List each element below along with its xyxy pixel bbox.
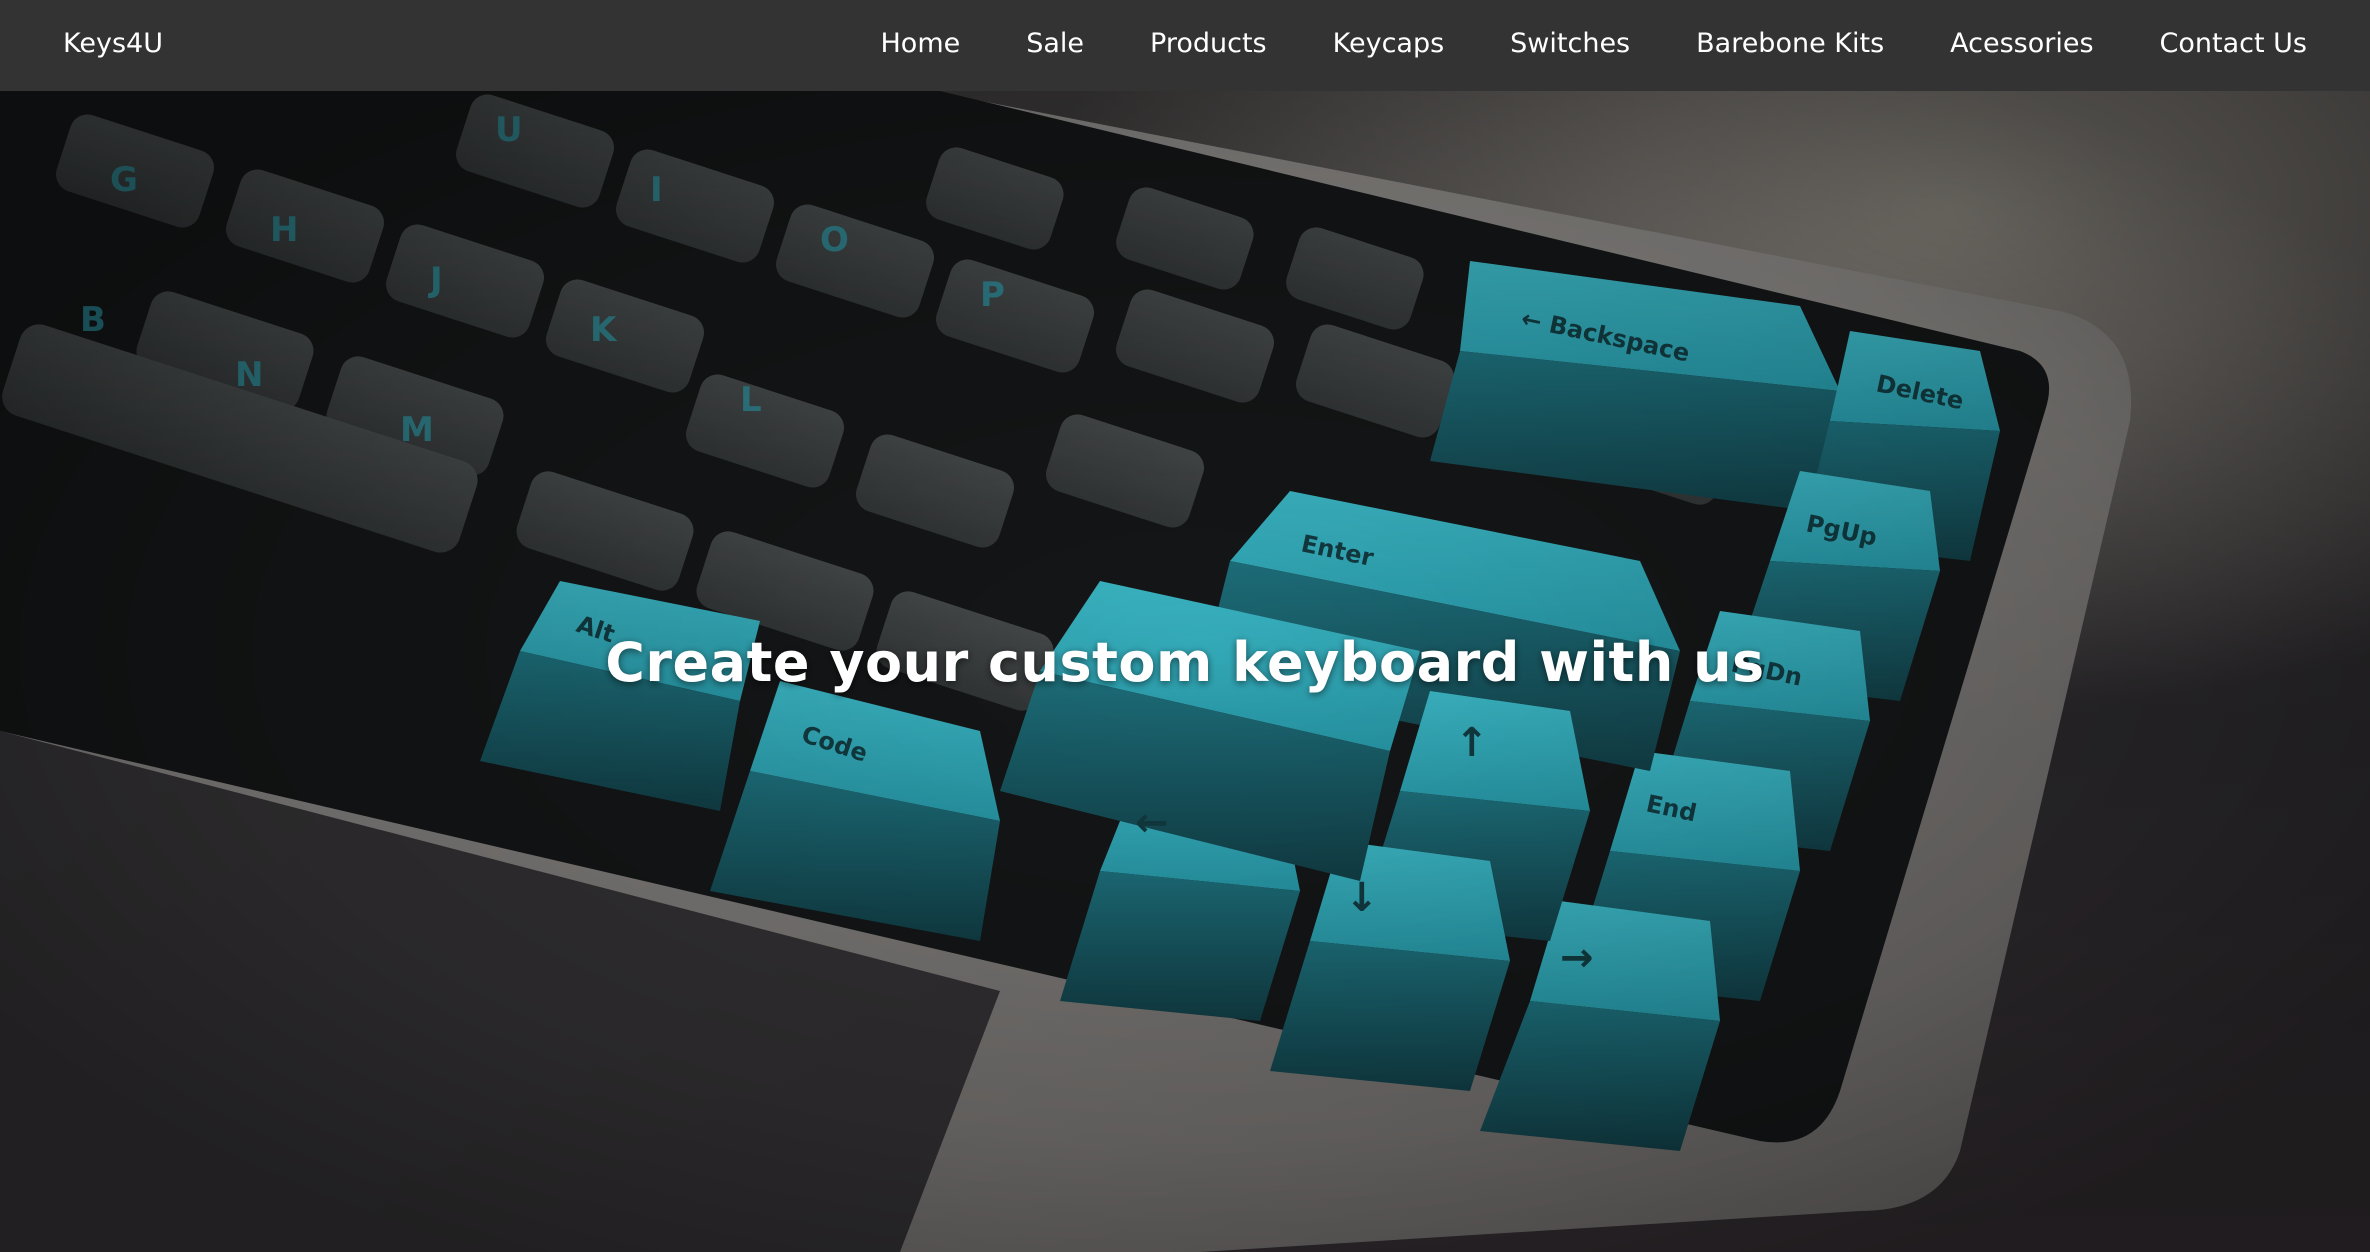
nav-link-sale[interactable]: Sale bbox=[1026, 28, 1084, 59]
nav-link-contact-us[interactable]: Contact Us bbox=[2160, 28, 2307, 59]
top-navbar: Keys4U Home Sale Products Keycaps Switch… bbox=[0, 0, 2370, 91]
page: Keys4U Home Sale Products Keycaps Switch… bbox=[0, 0, 2370, 1252]
svg-text:G: G bbox=[110, 160, 138, 200]
svg-text:I: I bbox=[650, 170, 663, 210]
svg-text:U: U bbox=[495, 110, 523, 150]
svg-text:H: H bbox=[270, 210, 298, 250]
nav-link-switches[interactable]: Switches bbox=[1510, 28, 1630, 59]
svg-text:→: → bbox=[1560, 935, 1594, 981]
hero-section: ← Backspace Delete PgUp PgDn End Enter A… bbox=[0, 91, 2370, 1252]
brand-logo[interactable]: Keys4U bbox=[63, 0, 163, 87]
svg-text:M: M bbox=[400, 410, 434, 450]
svg-text:K: K bbox=[590, 310, 618, 350]
svg-text:L: L bbox=[740, 380, 762, 420]
nav-link-keycaps[interactable]: Keycaps bbox=[1333, 28, 1445, 59]
nav-link-accessories[interactable]: Acessories bbox=[1950, 28, 2093, 59]
svg-text:O: O bbox=[820, 220, 849, 260]
svg-text:J: J bbox=[428, 260, 443, 300]
svg-text:N: N bbox=[235, 355, 263, 395]
svg-text:←: ← bbox=[1135, 800, 1169, 846]
nav-link-home[interactable]: Home bbox=[881, 28, 961, 59]
hero-title: Create your custom keyboard with us bbox=[605, 631, 1765, 694]
nav-link-barebone-kits[interactable]: Barebone Kits bbox=[1696, 28, 1884, 59]
svg-text:↑: ↑ bbox=[1455, 720, 1489, 766]
svg-text:B: B bbox=[80, 300, 106, 340]
svg-text:↓: ↓ bbox=[1345, 875, 1379, 921]
svg-text:P: P bbox=[980, 275, 1005, 315]
nav-link-products[interactable]: Products bbox=[1150, 28, 1267, 59]
main-nav: Home Sale Products Keycaps Switches Bare… bbox=[881, 0, 2308, 87]
